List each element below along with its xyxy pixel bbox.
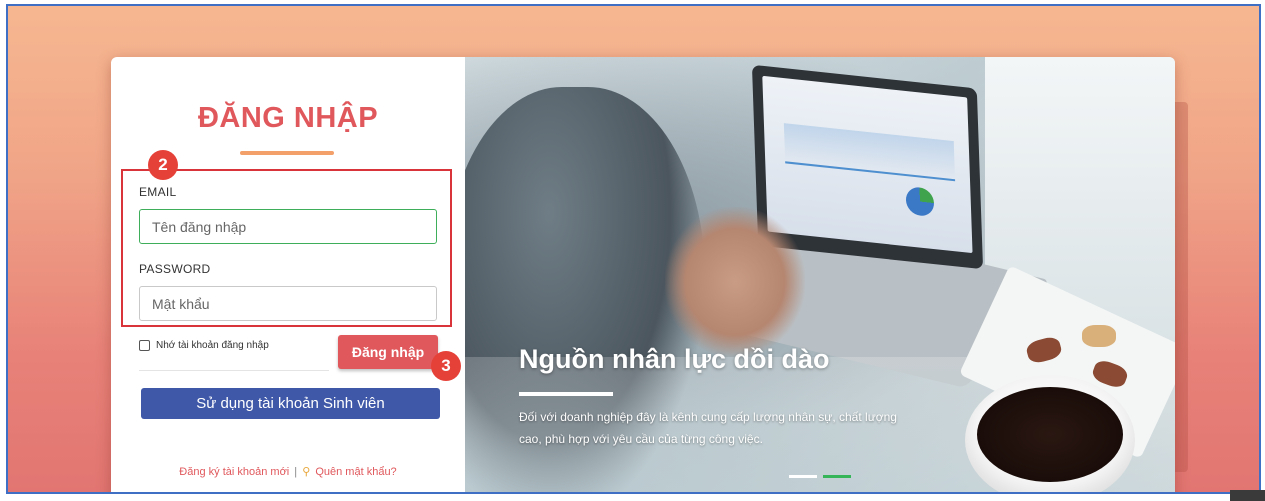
remember-label: Nhớ tài khoản đăng nhập: [156, 340, 269, 351]
hero-screen-chart: [783, 123, 956, 182]
login-title: ĐĂNG NHẬP: [197, 102, 379, 134]
link-separator: |: [294, 466, 298, 478]
register-link[interactable]: Đăng ký tài khoản mới: [179, 466, 289, 478]
annotation-badge-2: 2: [148, 150, 178, 180]
email-field[interactable]: [139, 209, 437, 244]
login-button[interactable]: Đăng nhập: [338, 335, 438, 369]
slide-title: Nguồn nhân lực dồi dào: [519, 344, 830, 374]
divider: [139, 370, 329, 371]
carousel-dot-2[interactable]: [823, 475, 851, 478]
remember-me[interactable]: Nhớ tài khoản đăng nhập: [139, 340, 269, 351]
annotation-badge-3: 3: [431, 351, 461, 381]
carousel-indicators: [789, 475, 851, 478]
student-account-button[interactable]: Sử dụng tài khoản Sinh viên: [141, 388, 440, 419]
remember-checkbox[interactable]: [139, 340, 150, 351]
password-label: PASSWORD: [139, 262, 211, 276]
slide-description: Đối với doanh nghiệp đây là kênh cung cấ…: [519, 410, 897, 446]
forgot-password-link[interactable]: Quên mật khẩu?: [315, 466, 396, 478]
hero-carousel: Nguồn nhân lực dồi dào Đối với doanh ngh…: [465, 57, 1175, 492]
title-underline: [240, 151, 334, 155]
hero-cookie: [1082, 325, 1116, 347]
password-field[interactable]: [139, 286, 437, 321]
hero-screen-pie: [905, 186, 935, 218]
hero-coffee: [977, 387, 1123, 482]
login-panel: ĐĂNG NHẬP 2 EMAIL PASSWORD Nhớ tài khoản…: [111, 57, 465, 492]
hero-hands: [665, 207, 805, 357]
page-frame: ĐĂNG NHẬP 2 EMAIL PASSWORD Nhớ tài khoản…: [6, 4, 1261, 494]
email-label: EMAIL: [139, 185, 177, 199]
carousel-dot-1[interactable]: [789, 475, 817, 478]
login-card: ĐĂNG NHẬP 2 EMAIL PASSWORD Nhớ tài khoản…: [111, 57, 1175, 492]
key-icon: ⚲: [302, 466, 311, 478]
corner-widget: [1230, 490, 1265, 501]
footer-links: Đăng ký tài khoản mới | ⚲ Quên mật khẩu?: [111, 465, 465, 478]
slide-title-underline: [519, 392, 613, 396]
